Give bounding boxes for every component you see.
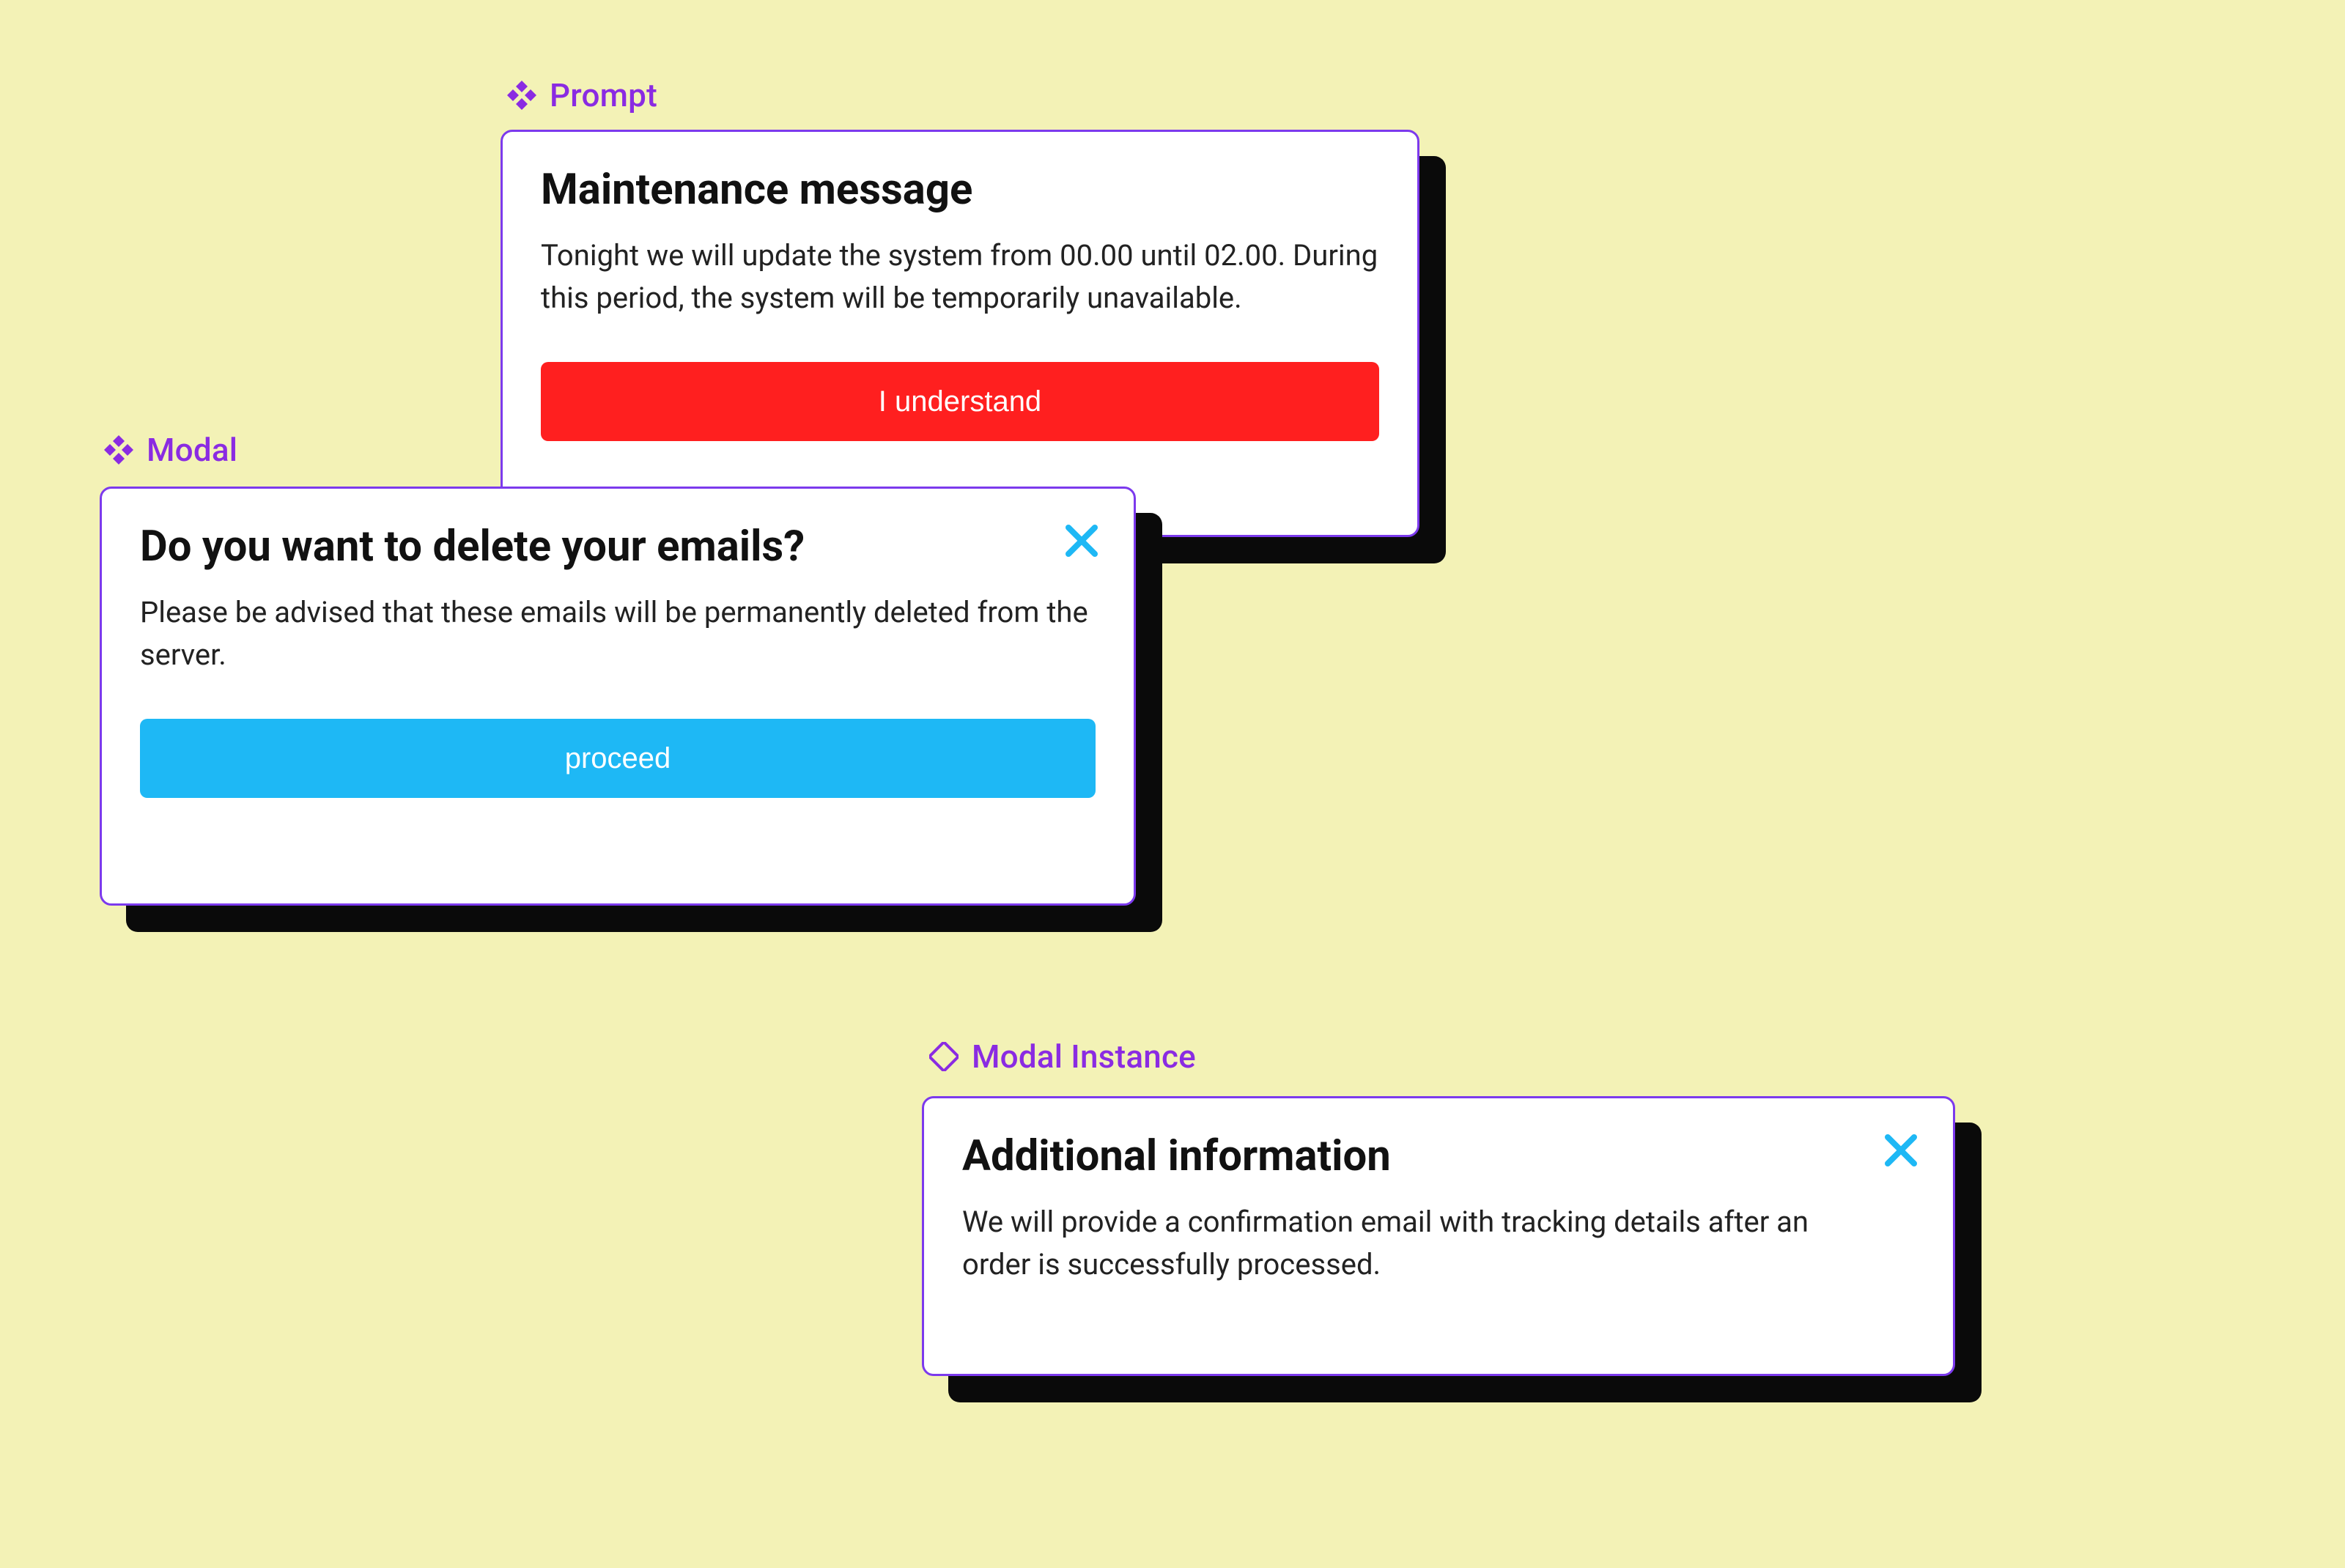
prompt-confirm-button[interactable]: I understand <box>541 362 1379 441</box>
close-icon <box>1064 523 1099 558</box>
design-canvas: Prompt Maintenance message Tonight we wi… <box>0 0 2345 1568</box>
component-label-modal-instance: Modal Instance <box>929 1040 1196 1073</box>
instance-close-button[interactable] <box>1881 1131 1921 1170</box>
modal-card: Do you want to delete your emails? Pleas… <box>100 487 1136 906</box>
component-icon <box>507 81 536 110</box>
component-label-text: Modal <box>147 434 237 466</box>
modal-body: Please be advised that these emails will… <box>140 591 1096 676</box>
prompt-card: Maintenance message Tonight we will upda… <box>501 130 1419 537</box>
modal-instance-component[interactable]: Additional information We will provide a… <box>922 1096 1982 1402</box>
component-icon <box>104 435 133 465</box>
modal-title: Do you want to delete your emails? <box>140 524 1096 571</box>
prompt-body: Tonight we will update the system from 0… <box>541 234 1379 319</box>
component-label-text: Modal Instance <box>972 1040 1196 1073</box>
prompt-title: Maintenance message <box>541 167 1379 214</box>
modal-proceed-button[interactable]: proceed <box>140 719 1096 798</box>
close-icon <box>1883 1133 1919 1168</box>
component-label-modal: Modal <box>104 434 237 466</box>
component-label-prompt: Prompt <box>507 79 657 111</box>
instance-body: We will provide a confirmation email wit… <box>962 1201 1864 1286</box>
modal-close-button[interactable] <box>1062 521 1101 561</box>
modal-instance-card: Additional information We will provide a… <box>922 1096 1955 1376</box>
modal-component[interactable]: Do you want to delete your emails? Pleas… <box>100 487 1162 932</box>
instance-title: Additional information <box>962 1134 1915 1180</box>
component-label-text: Prompt <box>550 79 657 111</box>
instance-icon <box>929 1042 959 1071</box>
